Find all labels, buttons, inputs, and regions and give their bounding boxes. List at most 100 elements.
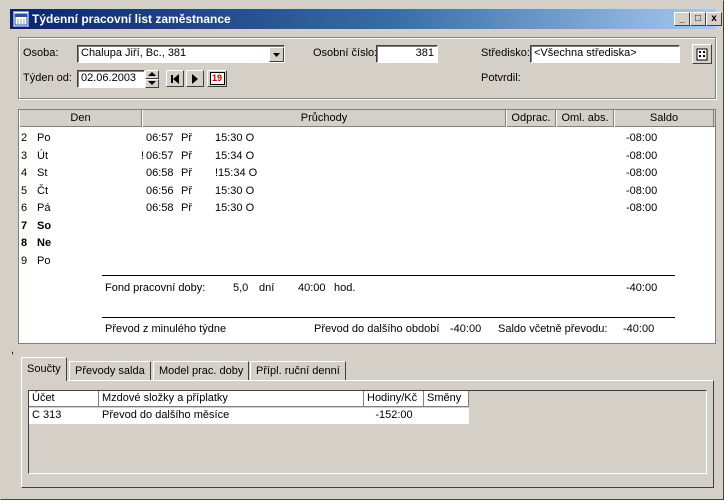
stredisko-value: <Všechna střediska> (534, 47, 637, 59)
day-name: Ne (37, 237, 52, 249)
arrival-code: Př (181, 202, 192, 214)
arrival-time: 06:58 (146, 202, 174, 214)
tyden-od-label: Týden od: (23, 72, 72, 84)
maximize-button[interactable]: □ (690, 12, 706, 26)
prevod-do-label: Převod do dalšího období (314, 323, 440, 335)
totals-grid[interactable]: Účet Mzdové složky a příplatky Hodiny/Kč… (28, 390, 707, 474)
departure-time: !15:34 O (215, 167, 258, 179)
day-name: Po (37, 132, 51, 144)
day-row[interactable]: 2 Po 06:57 Př 15:30 O -08:00 (19, 130, 715, 147)
tab-model-prac-doby[interactable]: Model prac. doby (153, 361, 250, 381)
day-saldo: -08:00 (626, 132, 658, 144)
previous-week-button[interactable] (166, 70, 184, 87)
departure-time: 15:30 O (215, 184, 255, 197)
date-spin-down-button[interactable] (145, 79, 159, 88)
departure-time: 15:30 O (215, 202, 255, 214)
building-icon (696, 48, 708, 61)
fond-days: 5,0 (233, 282, 249, 294)
col-den[interactable]: Den (19, 110, 142, 127)
calendar-icon-date: 19 (211, 73, 222, 83)
day-row[interactable]: 6 Pá 06:58 Př 15:30 O -08:00 (19, 200, 715, 217)
stredisko-field[interactable]: <Všechna střediska> (530, 45, 680, 63)
col-odprac[interactable]: Odprac. (506, 110, 556, 127)
totals-hours: -152:00 (364, 408, 424, 424)
osoba-dropdown-button[interactable] (269, 47, 284, 62)
skip-back-icon (171, 74, 179, 84)
spin-up-icon (148, 72, 156, 76)
arrival-time: 06:57 (146, 132, 174, 144)
window-title: Týdenní pracovní list zaměstnance (32, 12, 231, 26)
saldo-vcetne-value: -40:00 (623, 323, 655, 335)
day-saldo: -08:00 (626, 149, 658, 162)
day-name: Po (37, 254, 51, 267)
tyden-od-field[interactable]: 02.06.2003 (77, 70, 145, 88)
departure-time: 15:34 O (215, 149, 255, 162)
arrival-time: 06:57 (146, 149, 174, 162)
day-number: 5 (21, 184, 28, 197)
tab-prevody-salda[interactable]: Převody salda (69, 361, 151, 381)
osoba-select[interactable]: Chalupa Jiří, Bc., 381 (77, 45, 285, 63)
tyden-od-value: 02.06.2003 (81, 72, 137, 84)
day-row[interactable]: 3 Út! 06:57 Př 15:34 O -08:00 (19, 148, 715, 165)
arrival-time: 06:58 (146, 167, 174, 179)
day-number: 3 (21, 149, 28, 162)
day-number: 8 (21, 237, 28, 249)
col-pruchody[interactable]: Průchody (142, 110, 506, 127)
date-spin-up-button[interactable] (145, 70, 159, 79)
title-bar[interactable]: Týdenní pracovní list zaměstnance _ □ x (10, 9, 722, 29)
prevod-separator (102, 317, 675, 318)
potvrdil-label: Potvrdil: (481, 72, 521, 84)
stray-comma: , (11, 344, 15, 356)
stredisko-label: Středisko: (481, 47, 530, 59)
day-row[interactable]: 4 St 06:58 Př !15:34 O -08:00 (19, 165, 715, 182)
osoba-label: Osoba: (23, 47, 59, 59)
arrival-code: Př (181, 132, 192, 144)
col-oml-abs[interactable]: Oml. abs. (556, 110, 614, 127)
grid-header: Den Průchody Odprac. Oml. abs. Saldo (19, 110, 715, 127)
day-number: 7 (21, 219, 28, 232)
fond-saldo: -40:00 (626, 282, 658, 294)
fond-separator (102, 275, 675, 276)
arrival-code: Př (181, 149, 192, 162)
soucty-panel: Účet Mzdové složky a příplatky Hodiny/Kč… (21, 380, 714, 488)
fond-hours: 40:00 (298, 282, 326, 294)
calendar-icon: 19 (209, 72, 225, 85)
arrival-code: Př (181, 184, 192, 197)
next-week-button[interactable] (186, 70, 204, 87)
day-number: 2 (21, 132, 28, 144)
close-button[interactable]: x (706, 12, 722, 26)
filter-panel: Osoba: Chalupa Jiří, Bc., 381 Osobní čís… (18, 37, 716, 99)
fond-row: Fond pracovní doby: 5,0 dní 40:00 hod. -… (19, 280, 715, 297)
fond-hours-unit: hod. (334, 282, 356, 294)
arrival-code: Př (181, 167, 192, 179)
prevod-row: Převod z minulého týdne Převod do dalšíh… (19, 321, 715, 338)
departure-time: 15:30 O (215, 132, 255, 144)
weekly-grid[interactable]: Den Průchody Odprac. Oml. abs. Saldo 2 Po… (18, 109, 716, 344)
totals-col-mzdove[interactable]: Mzdové složky a příplatky (99, 391, 364, 407)
totals-col-hodiny[interactable]: Hodiny/Kč (364, 391, 424, 407)
warning-mark: ! (141, 149, 145, 162)
day-row[interactable]: 9 Po (19, 253, 715, 270)
prevod-z-label: Převod z minulého týdne (105, 323, 227, 335)
day-row[interactable]: 8 Ne (19, 235, 715, 252)
fond-label: Fond pracovní doby: (105, 282, 206, 294)
osobni-cislo-field[interactable]: 381 (376, 45, 438, 63)
osobni-cislo-value: 381 (415, 47, 434, 59)
fond-days-unit: dní (259, 282, 275, 294)
day-row[interactable]: 5 Čt 06:56 Př 15:30 O -08:00 (19, 183, 715, 200)
day-saldo: -08:00 (626, 184, 658, 197)
col-saldo[interactable]: Saldo (614, 110, 714, 127)
play-forward-icon (192, 74, 198, 84)
totals-col-ucet[interactable]: Účet (29, 391, 99, 407)
arrival-time: 06:56 (146, 184, 174, 197)
day-name: St (37, 167, 48, 179)
day-row[interactable]: 7 So (19, 218, 715, 235)
tab-pripl-rucni-denni[interactable]: Přípl. ruční denní (250, 361, 346, 381)
tab-soucty[interactable]: Součty (21, 357, 67, 381)
calendar-button[interactable]: 19 (207, 70, 227, 87)
day-number: 6 (21, 202, 28, 214)
totals-item: Převod do dalšího měsíce (99, 408, 364, 424)
totals-col-smeny[interactable]: Směny (424, 391, 469, 407)
stredisko-picker-button[interactable] (692, 44, 712, 64)
minimize-button[interactable]: _ (674, 12, 690, 26)
